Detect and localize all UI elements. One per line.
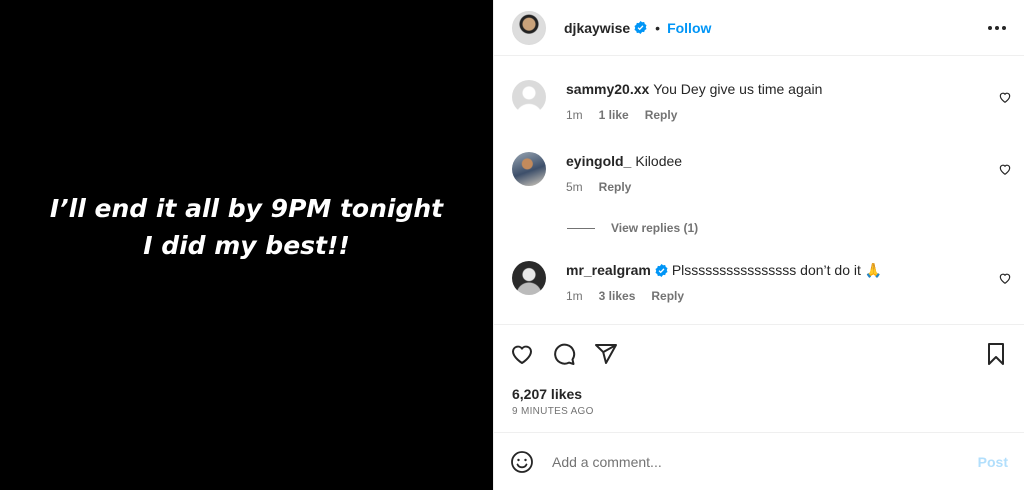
post-actions-bar	[494, 324, 1024, 382]
reply-button[interactable]: Reply	[651, 289, 684, 303]
author-avatar[interactable]	[512, 10, 546, 45]
header-separator: •	[655, 19, 661, 36]
view-replies-button[interactable]: View replies (1)	[567, 221, 698, 235]
author-username[interactable]: djkaywise	[564, 20, 630, 36]
post-media[interactable]: I’ll end it all by 9PM tonight I did my …	[0, 0, 493, 490]
comment-avatar[interactable]	[512, 152, 546, 186]
comment-time[interactable]: 1m	[566, 108, 583, 122]
reply-button[interactable]: Reply	[645, 108, 678, 122]
emoji-icon[interactable]	[510, 450, 534, 474]
comment-username[interactable]: mr_realgram	[566, 262, 651, 278]
comment-icon[interactable]	[552, 342, 576, 366]
verified-badge-icon	[655, 264, 668, 277]
comment-like-icon[interactable]	[998, 162, 1012, 176]
comment-text: You Dey give us time again	[653, 81, 823, 97]
verified-badge-icon	[634, 21, 647, 34]
comment-input[interactable]	[552, 453, 978, 470]
likes-section: 6,207 likes 9 MINUTES AGO	[494, 382, 1024, 432]
comment-username[interactable]: sammy20.xx	[566, 81, 649, 97]
post-media-text: I’ll end it all by 9PM tonight I did my …	[50, 190, 443, 264]
comment-item: mr_realgram Plssssssssssssssss don’t do i…	[512, 261, 1014, 303]
comment-item: sammy20.xx You Dey give us time again 1m …	[512, 80, 1014, 122]
post-side-panel: djkaywise • Follow sammy20.xx You Dey giv…	[493, 0, 1024, 490]
post-dialog: I’ll end it all by 9PM tonight I did my …	[0, 0, 1024, 490]
comment-like-icon[interactable]	[998, 90, 1012, 104]
heart-icon[interactable]	[510, 342, 534, 366]
comments-list: sammy20.xx You Dey give us time again 1m …	[494, 56, 1024, 324]
comment-text: Kilodee	[635, 153, 683, 169]
add-comment-bar: Post	[494, 432, 1024, 490]
comment-time[interactable]: 1m	[566, 289, 583, 303]
share-icon[interactable]	[594, 342, 618, 366]
likes-count[interactable]: 6,207 likes	[512, 386, 1006, 402]
post-text-line-2: I did my best!!	[143, 231, 350, 260]
view-replies-divider	[567, 227, 595, 229]
comment-time[interactable]: 5m	[566, 180, 583, 194]
post-header: djkaywise • Follow	[494, 0, 1024, 56]
comment-avatar[interactable]	[512, 80, 546, 114]
comment-text: Plssssssssssssssss don’t do it 🙏	[671, 262, 883, 278]
post-text-line-1: I’ll end it all by 9PM tonight	[49, 194, 444, 223]
more-options-icon[interactable]	[982, 20, 1006, 36]
comment-item: eyingold_ Kilodee 5m Reply	[512, 152, 1014, 194]
reply-button[interactable]: Reply	[599, 180, 632, 194]
bookmark-icon[interactable]	[984, 342, 1008, 366]
comment-likes[interactable]: 3 likes	[599, 289, 636, 303]
comment-likes[interactable]: 1 like	[599, 108, 629, 122]
comment-username[interactable]: eyingold_	[566, 153, 631, 169]
view-replies-label: View replies (1)	[611, 221, 699, 235]
comment-like-icon[interactable]	[998, 271, 1012, 285]
comment-avatar[interactable]	[512, 261, 546, 295]
post-timestamp[interactable]: 9 MINUTES AGO	[512, 406, 1006, 417]
follow-button[interactable]: Follow	[667, 20, 711, 36]
post-comment-button[interactable]: Post	[978, 454, 1008, 470]
